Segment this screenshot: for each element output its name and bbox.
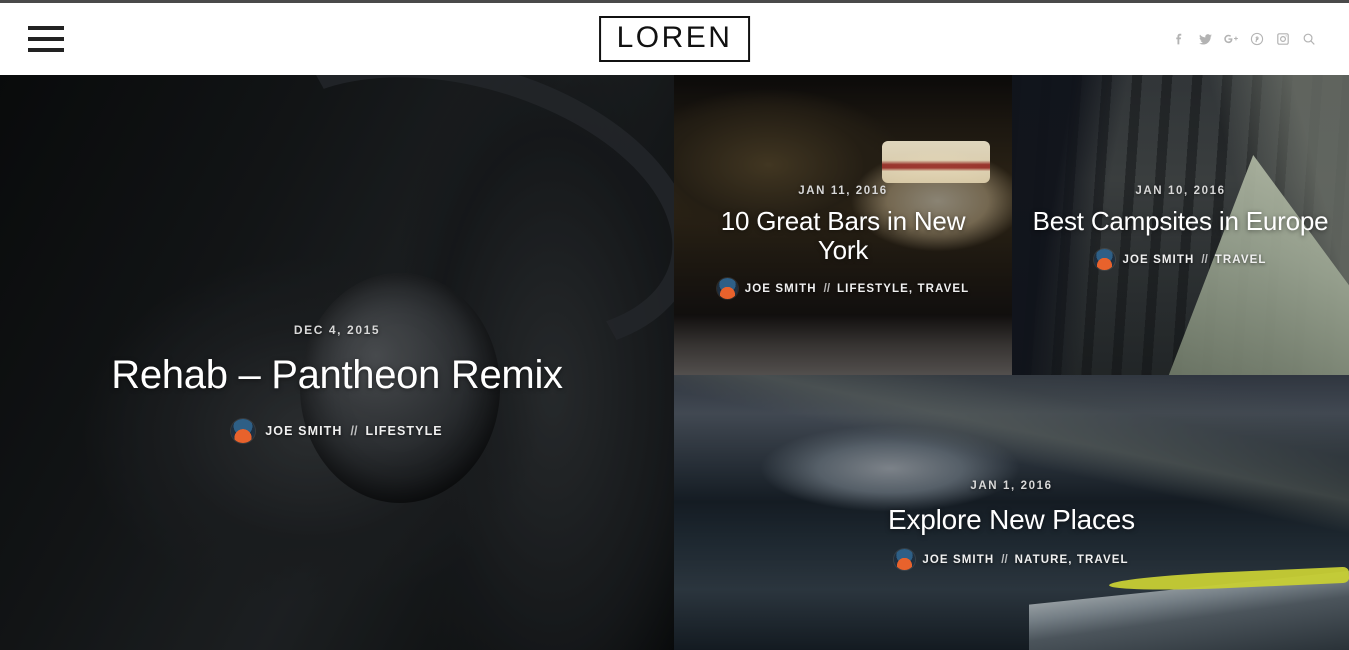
post-title: Rehab – Pantheon Remix [111,353,563,397]
post-card-explore-new-places[interactable]: JAN 1, 2016 Explore New Places JOE SMITH… [674,375,1349,650]
site-header: LOREN [0,3,1349,75]
twitter-icon[interactable] [1195,29,1215,49]
post-card-content: JAN 10, 2016 Best Campsites in Europe JO… [1012,185,1349,271]
pinterest-icon[interactable] [1247,29,1267,49]
post-author[interactable]: JOE SMITH [1122,254,1194,266]
post-categories[interactable]: LIFESTYLE [365,424,442,438]
post-author[interactable]: JOE SMITH [745,283,817,295]
post-categories[interactable]: NATURE, TRAVEL [1015,554,1129,566]
page-root: LOREN DEC 4, 2015 Rehab – Pantheon Remix… [0,0,1349,650]
post-meta: JOE SMITH // LIFESTYLE [20,418,654,443]
facebook-icon[interactable] [1169,29,1189,49]
site-logo-text: LOREN [616,21,733,54]
post-meta: JOE SMITH // NATURE, TRAVEL [694,549,1329,571]
post-categories[interactable]: TRAVEL [1215,254,1267,266]
author-avatar [1094,249,1116,271]
author-avatar [716,278,738,300]
site-logo[interactable]: LOREN [598,16,751,62]
post-title: Best Campsites in Europe [1032,206,1329,236]
featured-posts-grid: DEC 4, 2015 Rehab – Pantheon Remix JOE S… [0,75,1349,650]
post-card-rehab-pantheon-remix[interactable]: DEC 4, 2015 Rehab – Pantheon Remix JOE S… [0,75,674,650]
post-card-best-campsites-in-europe[interactable]: JAN 10, 2016 Best Campsites in Europe JO… [1012,75,1349,375]
post-date: JAN 1, 2016 [970,480,1053,492]
post-title: 10 Great Bars in New York [720,206,966,266]
instagram-icon[interactable] [1273,29,1293,49]
post-date: JAN 10, 2016 [1135,185,1226,197]
post-date: JAN 11, 2016 [798,185,888,197]
post-card-content: JAN 1, 2016 Explore New Places JOE SMITH… [674,480,1349,571]
meta-separator: // [823,282,831,295]
meta-separator: // [1201,253,1208,266]
post-categories[interactable]: LIFESTYLE, TRAVEL [837,283,969,295]
post-card-content: JAN 11, 2016 10 Great Bars in New York J… [674,185,1012,300]
meta-separator: // [350,423,358,438]
post-card-content: DEC 4, 2015 Rehab – Pantheon Remix JOE S… [0,323,674,443]
hamburger-bar-1 [28,26,64,30]
hamburger-bar-2 [28,37,64,41]
browser-chrome-edge [0,0,1349,3]
post-date: DEC 4, 2015 [293,323,381,337]
post-author[interactable]: JOE SMITH [265,424,342,438]
author-avatar [231,418,256,443]
meta-separator: // [1001,553,1008,566]
hamburger-menu-icon[interactable] [28,26,64,52]
author-avatar [894,549,916,571]
google-plus-icon[interactable] [1221,29,1241,49]
social-links [1169,29,1319,49]
post-meta: JOE SMITH // LIFESTYLE, TRAVEL [694,278,992,300]
post-card-10-great-bars-in-new-york[interactable]: JAN 11, 2016 10 Great Bars in New York J… [674,75,1012,375]
post-author[interactable]: JOE SMITH [922,554,994,566]
post-meta: JOE SMITH // TRAVEL [1032,249,1329,271]
search-icon[interactable] [1299,29,1319,49]
post-title: Explore New Places [888,504,1135,535]
hamburger-bar-3 [28,48,64,52]
